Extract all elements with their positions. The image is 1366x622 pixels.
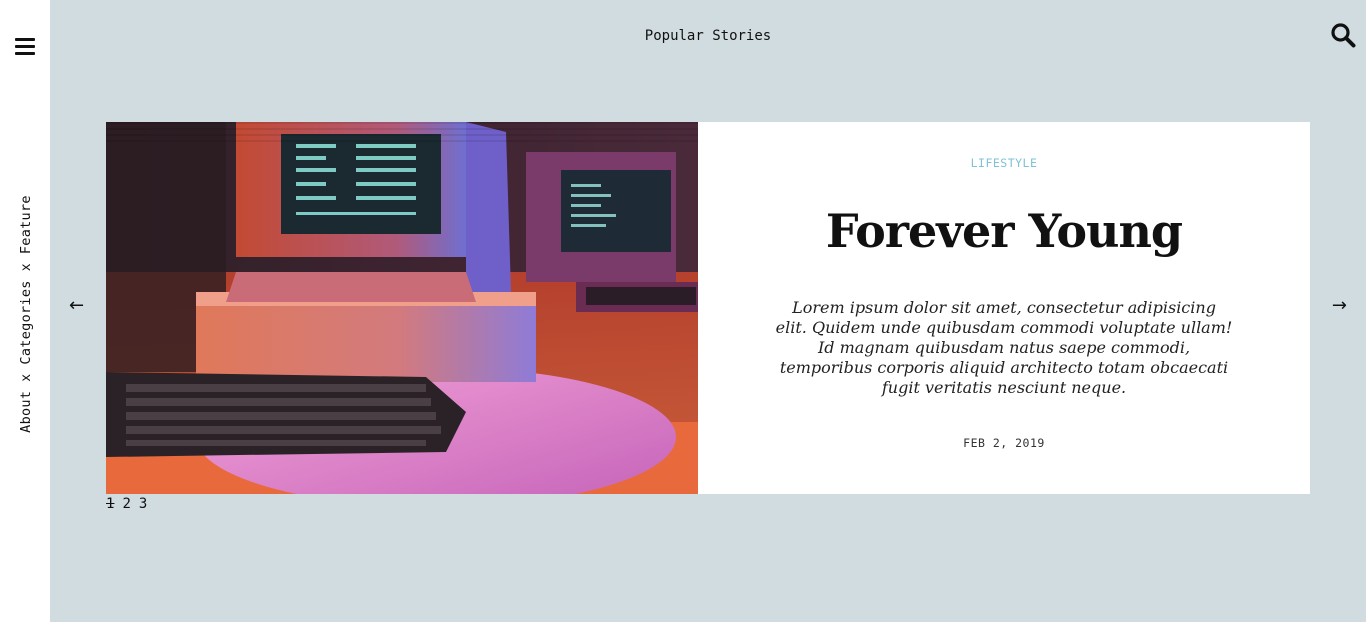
nav-link-feature[interactable]: Feature	[18, 195, 34, 254]
main-area: Popular Stories ← → LIFESTYLE Forever Yo…	[50, 0, 1366, 622]
nav-link-categories[interactable]: Categories	[18, 280, 34, 364]
search-icon[interactable]	[1330, 22, 1356, 48]
category-label[interactable]: LIFESTYLE	[971, 156, 1038, 170]
nav-separator: x	[18, 263, 34, 272]
slide-image[interactable]	[106, 122, 698, 494]
slide-title[interactable]: Forever Young	[826, 204, 1183, 258]
page-dot-1[interactable]: 1	[106, 496, 114, 512]
sidebar: About x Categories x Feature	[0, 0, 50, 622]
slide-pagination: 1 2 3	[106, 496, 147, 512]
page-dot-3[interactable]: 3	[139, 496, 147, 512]
slide-date: FEB 2, 2019	[963, 436, 1045, 450]
prev-slide-arrow-icon[interactable]: ←	[69, 296, 84, 316]
hamburger-menu-icon[interactable]	[15, 38, 35, 55]
page-dot-2[interactable]: 2	[122, 496, 130, 512]
page-title: Popular Stories	[644, 28, 772, 44]
slide-excerpt: Lorem ipsum dolor sit amet, consectetur …	[775, 298, 1233, 397]
vertical-nav: About x Categories x Feature	[18, 195, 34, 433]
nav-link-about[interactable]: About	[18, 391, 34, 433]
slide-content: LIFESTYLE Forever Young Lorem ipsum dolo…	[698, 122, 1310, 494]
page: About x Categories x Feature Popular Sto…	[0, 0, 1366, 622]
featured-slide: LIFESTYLE Forever Young Lorem ipsum dolo…	[106, 122, 1310, 494]
nav-separator: x	[18, 373, 34, 382]
next-slide-arrow-icon[interactable]: →	[1332, 296, 1347, 316]
